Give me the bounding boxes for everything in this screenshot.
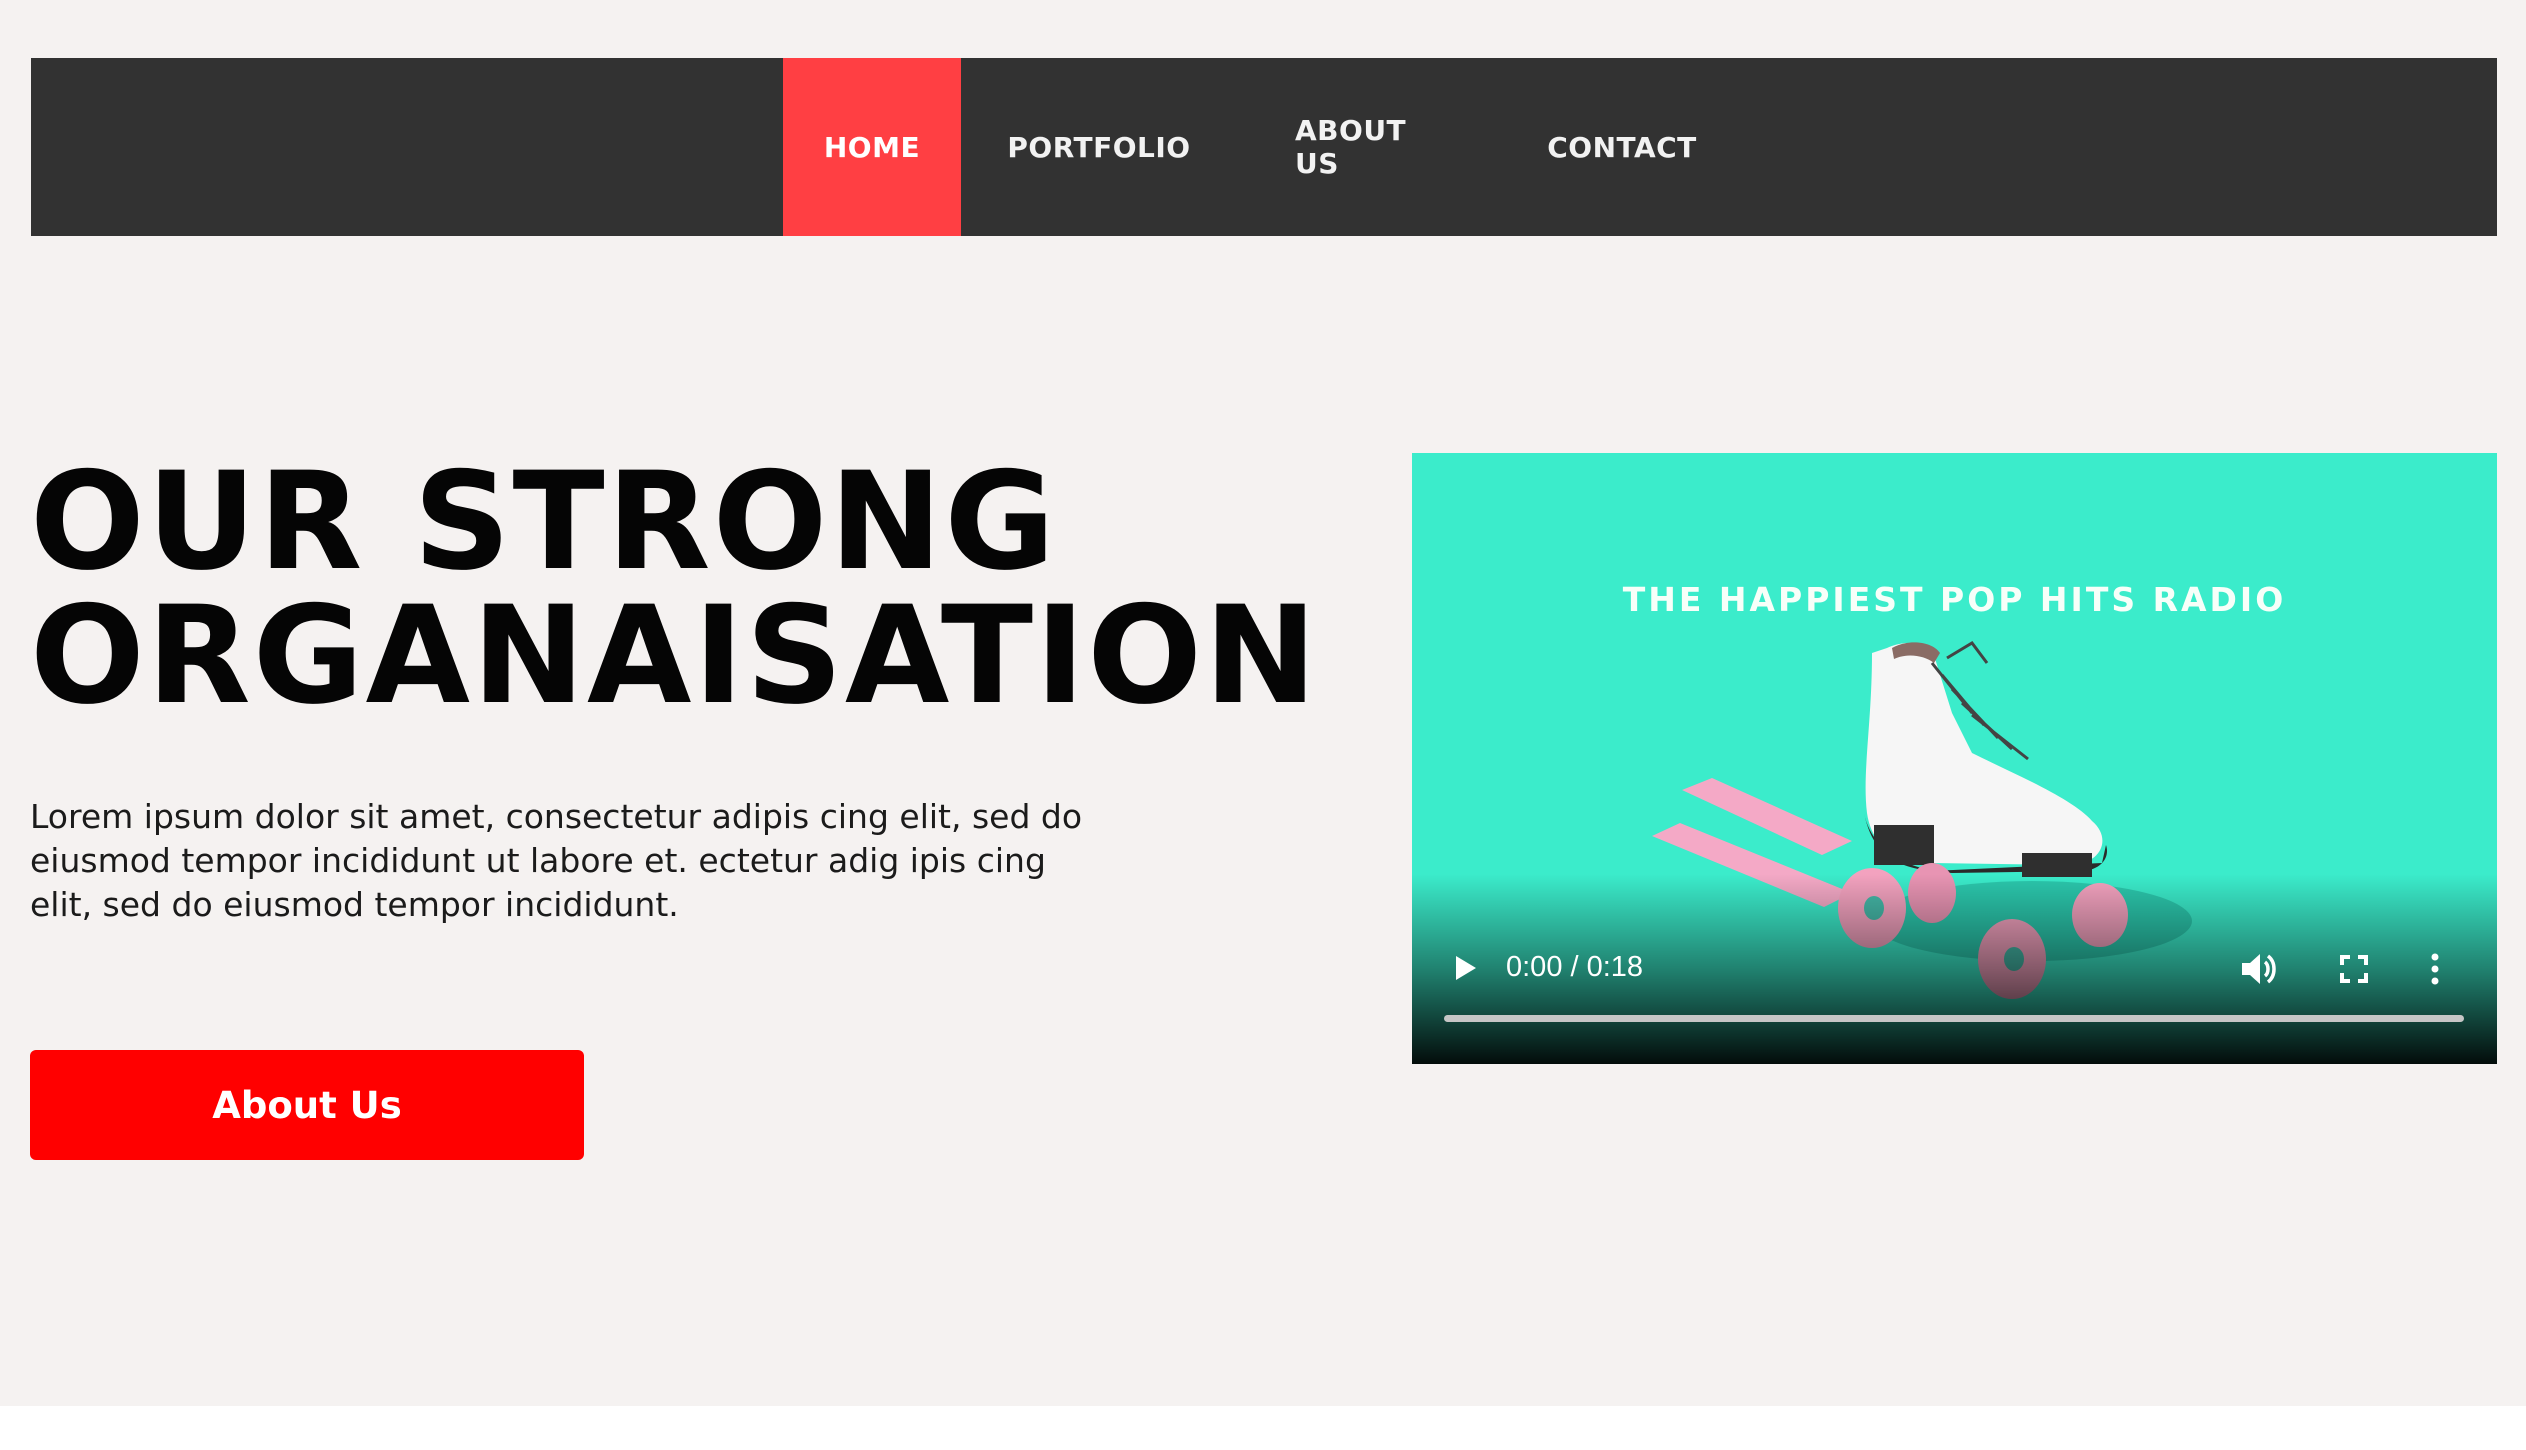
nav-item-contact[interactable]: CONTACT: [1547, 58, 1696, 236]
video-caption: THE HAPPIEST POP HITS RADIO: [1622, 580, 2287, 619]
more-vert-icon[interactable]: [2428, 949, 2442, 989]
video-progress-bar[interactable]: [1444, 1015, 2464, 1022]
hero-description: Lorem ipsum dolor sit amet, consectetur …: [30, 797, 1083, 924]
hero-title: OUR STRONG ORGANAISATION: [30, 443, 1319, 734]
hero-title-line-2: ORGANAISATION: [30, 577, 1319, 734]
nav-item-about-us[interactable]: ABOUT US: [1295, 58, 1439, 236]
top-navigation-bar: HOME PORTFOLIO ABOUT US CONTACT: [31, 58, 2497, 236]
hero-title-line-1: OUR STRONG: [30, 443, 1058, 600]
about-us-button[interactable]: About Us: [30, 1050, 584, 1160]
nav-item-portfolio[interactable]: PORTFOLIO: [1007, 58, 1190, 236]
nav-item-home[interactable]: HOME: [783, 58, 961, 236]
fullscreen-icon[interactable]: [2336, 951, 2372, 987]
video-player[interactable]: THE HAPPIEST POP HITS RADIO 0:00 / 0:18: [1412, 453, 2497, 1064]
page: HOME PORTFOLIO ABOUT US CONTACT OUR STRO…: [0, 0, 2526, 1406]
play-icon[interactable]: [1450, 951, 1480, 985]
volume-icon[interactable]: [2238, 949, 2278, 989]
video-time-display: 0:00 / 0:18: [1506, 951, 1644, 983]
nav-menu: HOME PORTFOLIO ABOUT US CONTACT: [783, 58, 1696, 236]
